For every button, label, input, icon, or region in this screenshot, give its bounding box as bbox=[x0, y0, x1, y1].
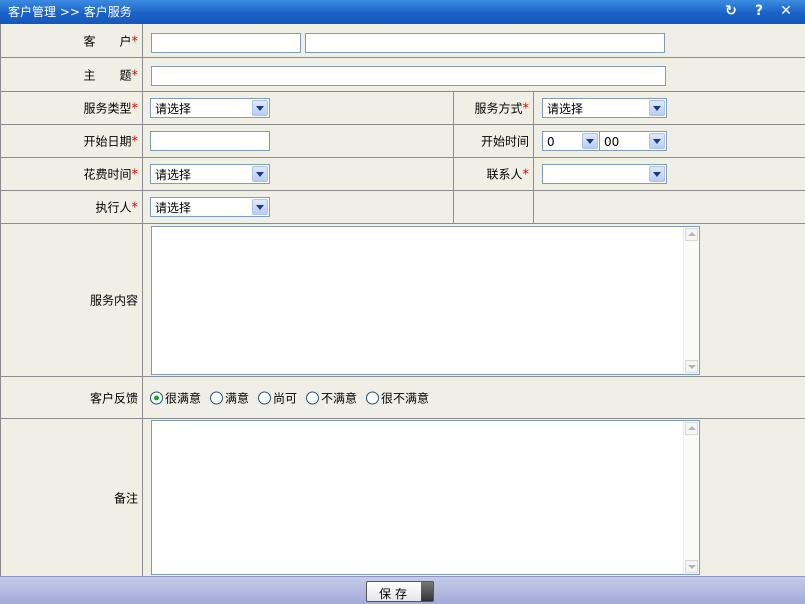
chevron-down-icon[interactable] bbox=[649, 133, 665, 149]
remark-label: 备注 bbox=[113, 491, 138, 505]
required-mark: * bbox=[131, 34, 139, 49]
time-spent-select[interactable]: 请选择 bbox=[150, 164, 270, 184]
row-remark: 备注 bbox=[1, 419, 805, 576]
executor-select[interactable]: 请选择 bbox=[150, 197, 270, 217]
breadcrumb: 客户管理 >> 客户服务 bbox=[8, 5, 132, 19]
row-executor: 执行人* 请选择 bbox=[1, 191, 805, 224]
chevron-down-icon[interactable] bbox=[582, 133, 598, 149]
required-mark: * bbox=[131, 167, 139, 183]
executor-label: 执行人 bbox=[95, 200, 132, 215]
service-form: 客 户* 主 题* 服务类型* 请选择 服务方式* 请选择 开始日期* 开始时间… bbox=[0, 24, 805, 576]
radio-icon[interactable] bbox=[210, 391, 223, 404]
feedback-option-very-dissatisfied[interactable]: 很不满意 bbox=[366, 389, 429, 406]
row-time-spent: 花费时间* 请选择 联系人* bbox=[1, 158, 805, 191]
feedback-option-acceptable[interactable]: 尚可 bbox=[258, 389, 297, 406]
time-spent-label: 花费时间 bbox=[83, 167, 132, 182]
refresh-icon[interactable]: ↻ bbox=[722, 2, 740, 20]
row-subject: 主 题* bbox=[1, 58, 805, 92]
chevron-down-icon[interactable] bbox=[649, 166, 665, 182]
start-date-label: 开始日期 bbox=[83, 134, 132, 149]
required-mark: * bbox=[522, 101, 530, 117]
feedback-option-very-satisfied[interactable]: 很满意 bbox=[150, 389, 201, 406]
row-service-type: 服务类型* 请选择 服务方式* 请选择 bbox=[1, 92, 805, 125]
title-bar: 客户管理 >> 客户服务 ↻ ? ✕ bbox=[0, 0, 805, 24]
customer-name-input[interactable] bbox=[305, 33, 665, 53]
scroll-up-icon[interactable] bbox=[685, 422, 698, 435]
service-type-label: 服务类型 bbox=[83, 101, 132, 116]
row-feedback: 客户反馈 很满意 满意 尚可 不满意 很不满意 bbox=[1, 377, 805, 419]
service-mode-select[interactable]: 请选择 bbox=[542, 98, 667, 118]
scrollbar[interactable] bbox=[683, 227, 699, 374]
service-type-select[interactable]: 请选择 bbox=[150, 98, 270, 118]
radio-checked-icon[interactable] bbox=[150, 391, 163, 404]
radio-icon[interactable] bbox=[306, 391, 319, 404]
footer-bar: 保存 bbox=[0, 576, 805, 604]
remark-textarea[interactable] bbox=[151, 420, 700, 575]
content-textarea[interactable] bbox=[151, 226, 700, 375]
scrollbar[interactable] bbox=[683, 421, 699, 574]
required-mark: * bbox=[131, 101, 139, 117]
scroll-up-icon[interactable] bbox=[685, 228, 698, 241]
start-date-input[interactable] bbox=[150, 131, 270, 151]
content-label: 服务内容 bbox=[89, 293, 138, 308]
radio-icon[interactable] bbox=[366, 391, 379, 404]
row-customer: 客 户* bbox=[1, 24, 805, 58]
start-time-label: 开始时间 bbox=[480, 134, 529, 149]
radio-icon[interactable] bbox=[258, 391, 271, 404]
subject-label: 主 题 bbox=[83, 68, 132, 82]
start-minute-select[interactable]: 00 bbox=[599, 131, 667, 151]
chevron-down-icon[interactable] bbox=[252, 166, 268, 182]
scroll-down-icon[interactable] bbox=[685, 560, 698, 573]
subject-input[interactable] bbox=[151, 66, 666, 86]
feedback-option-satisfied[interactable]: 满意 bbox=[210, 389, 249, 406]
required-mark: * bbox=[131, 68, 139, 83]
help-icon[interactable]: ? bbox=[750, 2, 768, 20]
contact-label: 联系人 bbox=[486, 167, 523, 182]
service-mode-label: 服务方式 bbox=[474, 101, 523, 116]
save-button[interactable]: 保存 bbox=[366, 581, 434, 602]
close-icon[interactable]: ✕ bbox=[777, 2, 795, 20]
chevron-down-icon[interactable] bbox=[252, 199, 268, 215]
chevron-down-icon[interactable] bbox=[649, 100, 665, 116]
required-mark: * bbox=[522, 167, 530, 183]
chevron-down-icon[interactable] bbox=[252, 100, 268, 116]
row-content: 服务内容 bbox=[1, 224, 805, 377]
customer-label: 客 户 bbox=[83, 34, 132, 48]
row-start: 开始日期* 开始时间 0 00 bbox=[1, 125, 805, 158]
required-mark: * bbox=[131, 200, 139, 216]
required-mark: * bbox=[131, 134, 139, 150]
customer-code-input[interactable] bbox=[151, 33, 301, 53]
scroll-down-icon[interactable] bbox=[685, 360, 698, 373]
feedback-label: 客户反馈 bbox=[89, 391, 138, 405]
start-hour-select[interactable]: 0 bbox=[542, 131, 600, 151]
feedback-option-dissatisfied[interactable]: 不满意 bbox=[306, 389, 357, 406]
contact-select[interactable] bbox=[542, 164, 667, 184]
